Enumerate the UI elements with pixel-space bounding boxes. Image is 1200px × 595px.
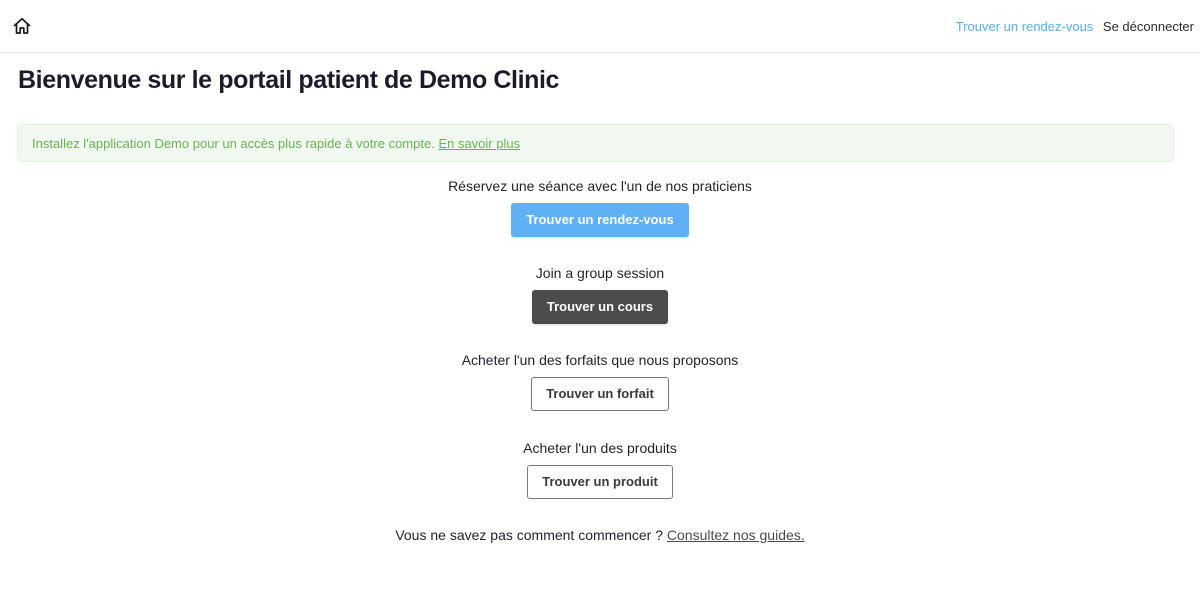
find-class-button[interactable]: Trouver un cours [531,290,669,324]
find-product-button[interactable]: Trouver un produit [527,465,673,499]
banner-text: Installez l'application Demo pour un acc… [32,136,435,151]
section-group-session: Join a group session Trouver un cours [0,264,1200,324]
find-package-button[interactable]: Trouver un forfait [531,377,669,411]
top-nav-links: Trouver un rendez-vous Se déconnecter [956,19,1194,34]
nav-find-appointment-link[interactable]: Trouver un rendez-vous [956,19,1094,34]
section-label: Acheter l'un des forfaits que nous propo… [461,352,739,368]
help-text: Vous ne savez pas comment commencer ? Co… [0,527,1200,543]
section-book-appointment: Réservez une séance avec l'un de nos pra… [0,177,1200,237]
section-packages: Acheter l'un des forfaits que nous propo… [0,351,1200,411]
section-products: Acheter l'un des produits Trouver un pro… [0,439,1200,499]
nav-logout-link[interactable]: Se déconnecter [1103,19,1194,34]
section-label: Acheter l'un des produits [523,440,677,456]
find-appointment-button[interactable]: Trouver un rendez-vous [511,203,689,237]
guides-link[interactable]: Consultez nos guides. [667,527,805,543]
install-app-banner: Installez l'application Demo pour un acc… [17,124,1174,162]
home-icon[interactable] [12,16,32,36]
section-label: Réservez une séance avec l'un de nos pra… [448,178,752,194]
help-prompt: Vous ne savez pas comment commencer ? [395,527,664,543]
page-title: Bienvenue sur le portail patient de Demo… [18,66,560,94]
banner-learn-more-link[interactable]: En savoir plus [438,136,520,151]
section-label: Join a group session [535,265,665,281]
top-navigation-bar: Trouver un rendez-vous Se déconnecter [0,0,1200,53]
